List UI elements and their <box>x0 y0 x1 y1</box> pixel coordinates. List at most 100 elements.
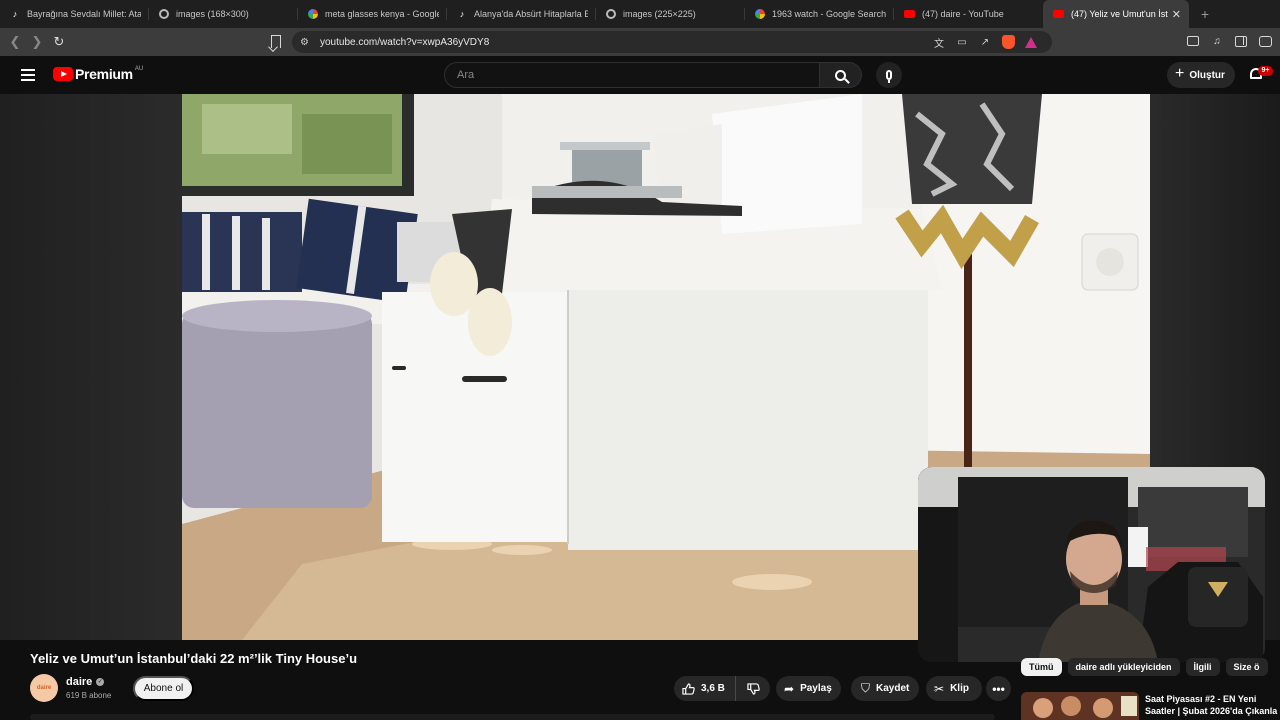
verified-check-icon: ✓ <box>96 678 105 686</box>
tiktok-icon: ♪ <box>12 9 18 19</box>
browser-tab-active[interactable]: (47) Yeliz ve Umut'un İstan ✕ <box>1043 0 1189 28</box>
back-icon[interactable]: ❮ <box>4 34 26 50</box>
more-actions-button[interactable]: ••• <box>986 676 1011 701</box>
region-code: AU <box>134 66 144 72</box>
youtube-logo[interactable]: Premium AU <box>53 66 143 82</box>
tab-title: meta glasses kenya - Google S <box>325 9 439 19</box>
youtube-icon <box>904 10 915 18</box>
globe-icon <box>606 9 616 19</box>
like-button[interactable]: 3,6 B <box>674 676 736 701</box>
search-icon <box>835 69 846 81</box>
recommended-title-line: Saatler | Şubat 2026'da Çıkanla <box>1145 706 1278 716</box>
channel-name[interactable]: daire ✓ <box>66 676 105 688</box>
sidebar-icon[interactable] <box>1234 34 1248 48</box>
dislike-button[interactable] <box>736 682 770 695</box>
tab-title: (47) daire - YouTube <box>922 9 1004 19</box>
browser-tab[interactable]: 1963 watch - Google Search <box>745 0 894 28</box>
close-tab-icon[interactable]: ✕ <box>1172 8 1181 21</box>
new-tab-button[interactable]: + <box>1195 6 1215 22</box>
browser-tab[interactable]: (47) daire - YouTube <box>894 0 1043 28</box>
search-button[interactable] <box>820 62 862 88</box>
subscribe-button[interactable]: Abone ol <box>133 676 194 701</box>
youtube-play-icon <box>53 67 73 81</box>
save-bookmark-icon: ⛉ <box>861 681 871 695</box>
clip-button[interactable]: ✂ Klip <box>926 676 982 701</box>
url-text[interactable]: youtube.com/watch?v=xwpA36yVDY8 <box>320 37 489 48</box>
webcam-frame <box>918 467 1265 662</box>
tab-title: 1963 watch - Google Search <box>772 9 886 19</box>
wallet-icon[interactable] <box>1258 34 1272 48</box>
google-icon <box>755 9 765 19</box>
tab-title: Bayrağına Sevdalı Millet: Atatü <box>27 9 141 19</box>
chip-from-uploader[interactable]: daire adlı yükleyiciden <box>1067 658 1180 676</box>
thumbs-up-icon <box>682 682 695 695</box>
avatar-text: daire <box>36 685 52 691</box>
like-count: 3,6 B <box>701 683 725 694</box>
browser-toolbar: ❮ ❯ ↻ ⚙ youtube.com/watch?v=xwpA36yVDY8 … <box>0 28 1280 56</box>
notification-count-badge: 9+ <box>1258 66 1273 76</box>
video-title: Yeliz ve Umut’un İstanbul’daki 22 m²’lik… <box>30 651 358 666</box>
hamburger-menu-icon[interactable] <box>21 69 35 81</box>
share-page-icon[interactable]: ↗ <box>978 35 992 49</box>
browser-tab[interactable]: meta glasses kenya - Google S <box>298 0 447 28</box>
site-settings-icon[interactable]: ⚙ <box>300 37 314 48</box>
share-label: Paylaş <box>800 683 832 694</box>
chip-related[interactable]: İlgili <box>1185 658 1220 676</box>
thumbnail-image <box>1021 692 1139 720</box>
music-icon[interactable]: ♫ <box>1210 34 1224 48</box>
browser-extension-icons: ♫ <box>1186 34 1272 48</box>
cast-icon[interactable]: ▭ <box>955 35 969 49</box>
voice-search-button[interactable] <box>876 62 902 88</box>
recommended-video-thumbnail[interactable] <box>1021 692 1139 720</box>
save-label: Kaydet <box>876 683 910 694</box>
channel-avatar[interactable]: daire <box>30 674 58 702</box>
translate-icon[interactable]: 文 <box>932 35 946 50</box>
webcam-overlay <box>918 467 1265 662</box>
tab-title: (47) Yeliz ve Umut'un İstan <box>1071 9 1168 19</box>
address-bar[interactable]: ⚙ youtube.com/watch?v=xwpA36yVDY8 文 ▭ ↗ <box>292 31 1052 53</box>
tab-title: images (225×225) <box>623 9 696 19</box>
microphone-icon <box>886 70 892 83</box>
tiktok-icon: ♪ <box>459 9 465 19</box>
like-dislike-bar: 3,6 B <box>674 676 770 701</box>
share-button[interactable]: ➦ Paylaş <box>776 676 841 701</box>
search-input[interactable] <box>444 62 820 88</box>
create-button[interactable]: + Oluştur <box>1167 62 1235 88</box>
subscriber-count: 619 B abone <box>66 691 112 700</box>
logo-text: Premium <box>75 66 133 82</box>
screenshot-icon[interactable] <box>1186 34 1200 48</box>
search-box <box>444 62 862 88</box>
horizontal-scrollbar[interactable] <box>30 714 995 720</box>
google-icon <box>308 9 318 19</box>
browser-tab[interactable]: ♪ Bayrağına Sevdalı Millet: Atatü <box>0 0 149 28</box>
thumbs-down-icon <box>746 682 760 695</box>
globe-icon <box>159 9 169 19</box>
plus-icon: + <box>1175 65 1185 82</box>
reload-icon[interactable]: ↻ <box>48 34 70 50</box>
create-label: Oluştur <box>1189 69 1225 81</box>
save-button[interactable]: ⛉ Kaydet <box>851 676 919 701</box>
recommended-title-line: Saat Piyasası #2 - EN Yeni <box>1145 694 1257 704</box>
browser-tab[interactable]: images (168×300) <box>149 0 298 28</box>
browser-tab[interactable]: images (225×225) <box>596 0 745 28</box>
tab-title: images (168×300) <box>176 9 249 19</box>
forward-icon[interactable]: ❯ <box>26 34 48 50</box>
bookmark-icon[interactable] <box>271 35 281 48</box>
youtube-icon <box>1053 10 1064 18</box>
browser-tab[interactable]: ♪ Alanya'da Absürt Hitaplarla Eğ <box>447 0 596 28</box>
brave-rewards-icon[interactable] <box>1024 35 1038 49</box>
tab-title: Alanya'da Absürt Hitaplarla Eğ <box>474 9 588 19</box>
channel-name-text: daire <box>66 676 93 688</box>
browser-tab-strip: ♪ Bayrağına Sevdalı Millet: Atatü images… <box>0 0 1280 28</box>
share-arrow-icon: ➦ <box>784 681 795 696</box>
clip-label: Klip <box>950 683 969 694</box>
youtube-masthead: Premium AU + Oluştur <box>0 56 1280 94</box>
scissors-icon: ✂ <box>934 681 945 696</box>
address-bar-icons: 文 ▭ ↗ <box>932 35 1038 50</box>
chip-for-you[interactable]: Size ö <box>1225 658 1268 676</box>
related-filter-chips: Tümü daire adlı yükleyiciden İlgili Size… <box>1021 658 1280 678</box>
recommended-video-title[interactable]: Saat Piyasası #2 - EN Yeni Saatler | Şub… <box>1145 693 1280 717</box>
brave-shields-icon[interactable] <box>1001 35 1015 49</box>
chip-all[interactable]: Tümü <box>1021 658 1062 676</box>
more-dots-icon: ••• <box>992 681 1005 696</box>
